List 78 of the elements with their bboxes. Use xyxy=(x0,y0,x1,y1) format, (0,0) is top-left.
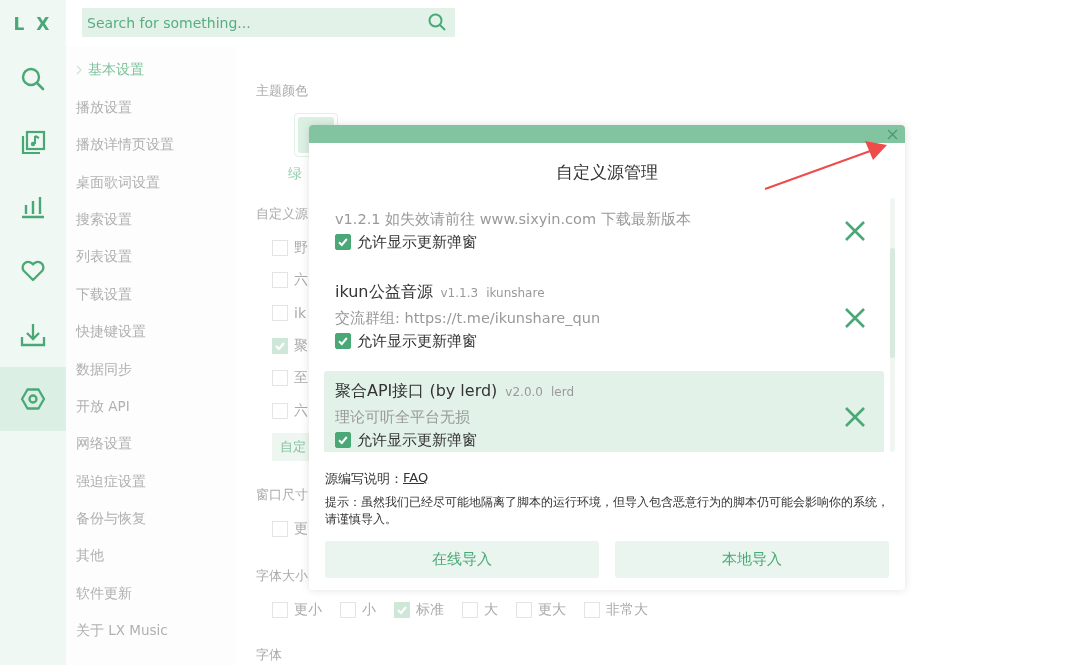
checkbox-label: 六 xyxy=(294,402,308,421)
settings-icon xyxy=(20,386,46,412)
checkbox[interactable] xyxy=(335,333,351,349)
faq-link[interactable]: FAQ xyxy=(403,470,429,488)
source-name: 聚合API接口 (by lerd) xyxy=(335,381,498,402)
settings-nav-item[interactable]: 开放 API xyxy=(66,388,236,426)
checkbox-label: 至 xyxy=(294,369,308,388)
source-item[interactable]: 聚合API接口 (by lerd) v2.0.0 lerd 理论可听全平台无损 允许显示更新弹窗 xyxy=(324,371,884,452)
checkbox-label: 标准 xyxy=(416,600,444,619)
checkbox-label: ik xyxy=(294,305,306,322)
hint-text: 提示：虽然我们已经尽可能地隔离了脚本的运行环境，但导入包含恶意行为的脚本仍可能会影响你的系统，请谨慎导入。 xyxy=(325,494,890,528)
checkbox-label: 野 xyxy=(294,238,308,257)
heart-icon xyxy=(20,258,46,284)
settings-nav-item[interactable]: 备份与恢复 xyxy=(66,500,236,538)
dialog-title: 自定义源管理 xyxy=(555,161,659,184)
settings-nav-item[interactable]: 播放详情页设置 xyxy=(66,126,236,164)
search-icon xyxy=(20,66,46,92)
download-icon xyxy=(20,322,46,348)
checkbox-label: 小 xyxy=(362,600,376,619)
remove-button[interactable] xyxy=(844,405,866,428)
section-title: 字体 xyxy=(256,646,282,664)
checkbox-label: 允许显示更新弹窗 xyxy=(357,331,477,351)
search-icon xyxy=(427,12,447,33)
checkbox-label: 非常大 xyxy=(606,600,648,619)
import-button[interactable]: 本地导入 xyxy=(615,541,889,578)
search-field[interactable]: Search for something... xyxy=(82,8,455,38)
checkbox-label: 六 xyxy=(294,271,308,290)
checkbox[interactable] xyxy=(335,432,351,448)
app-logo: L X xyxy=(12,12,54,36)
source-name: ikun公益音源 xyxy=(335,282,433,303)
close-icon xyxy=(844,220,866,242)
settings-nav-item[interactable]: 搜索设置 xyxy=(66,201,236,239)
chevron-icon xyxy=(76,65,82,76)
checkbox-label: 更大 xyxy=(538,600,566,619)
source-author: lerd xyxy=(551,385,575,399)
section-title: 窗口尺寸 xyxy=(256,486,308,505)
scrollbar[interactable] xyxy=(890,198,895,452)
close-icon xyxy=(887,128,898,140)
remove-button[interactable] xyxy=(844,220,866,242)
settings-nav-item[interactable]: 关于 LX Music xyxy=(66,612,236,650)
checkbox[interactable] xyxy=(335,234,351,250)
settings-nav-item[interactable]: 桌面歌词设置 xyxy=(66,163,236,202)
settings-nav-button[interactable] xyxy=(0,367,66,431)
source-description: 理论可听全平台无损 xyxy=(335,408,471,427)
remove-button[interactable] xyxy=(844,306,866,329)
checkbox-label: 聚 xyxy=(294,336,308,355)
settings-nav-item[interactable]: 下载设置 xyxy=(66,276,236,314)
settings-nav-item[interactable]: 快捷键设置 xyxy=(66,313,236,351)
checkbox-label: 大 xyxy=(484,600,498,619)
bar-chart-icon xyxy=(20,194,46,220)
music-note-icon xyxy=(20,130,46,156)
source-item[interactable]: v1.2.1 如失效请前往 www.sixyin.com 下载最新版本 允许显示更新弹窗 xyxy=(324,198,884,262)
doc-label: 源编写说明： xyxy=(325,470,403,488)
section-title: 自定义源 xyxy=(256,204,308,223)
settings-nav-item[interactable]: 其他 xyxy=(66,537,236,576)
checkbox-label: 允许显示更新弹窗 xyxy=(357,430,477,450)
import-button[interactable]: 在线导入 xyxy=(325,541,599,578)
close-icon xyxy=(844,405,866,428)
source-version: v2.0.0 xyxy=(505,385,543,399)
settings-nav-item[interactable]: 列表设置 xyxy=(66,238,236,277)
settings-nav-item[interactable]: 播放设置 xyxy=(66,89,236,127)
checkbox-label: 允许显示更新弹窗 xyxy=(357,232,477,252)
settings-nav-item[interactable]: 数据同步 xyxy=(66,350,236,389)
source-version: v1.1.3 xyxy=(440,286,479,300)
theme-name: 绿 xyxy=(288,163,302,183)
settings-nav-item[interactable]: 网络设置 xyxy=(66,425,236,463)
settings-nav-item[interactable]: 强迫症设置 xyxy=(66,463,236,501)
source-description: v1.2.1 如失效请前往 www.sixyin.com 下载最新版本 xyxy=(335,210,692,229)
section-title: 字体大小 xyxy=(256,566,308,585)
checkbox-label: 更小 xyxy=(294,600,322,619)
close-icon xyxy=(844,306,866,329)
settings-nav-item[interactable]: 基本设置 xyxy=(66,51,236,90)
source-item[interactable]: ikun公益音源 v1.1.3 ikunshare 交流群组: https://t.me/ikunshare_qun 允许显示更新弹窗 xyxy=(324,272,884,361)
section-title: 主题颜色 xyxy=(256,81,308,100)
settings-nav-item[interactable]: 软件更新 xyxy=(66,575,236,613)
source-description: 交流群组: https://t.me/ikunshare_qun xyxy=(335,309,602,328)
checkbox-label: 更 xyxy=(294,520,308,539)
source-author: ikunshare xyxy=(486,286,545,300)
